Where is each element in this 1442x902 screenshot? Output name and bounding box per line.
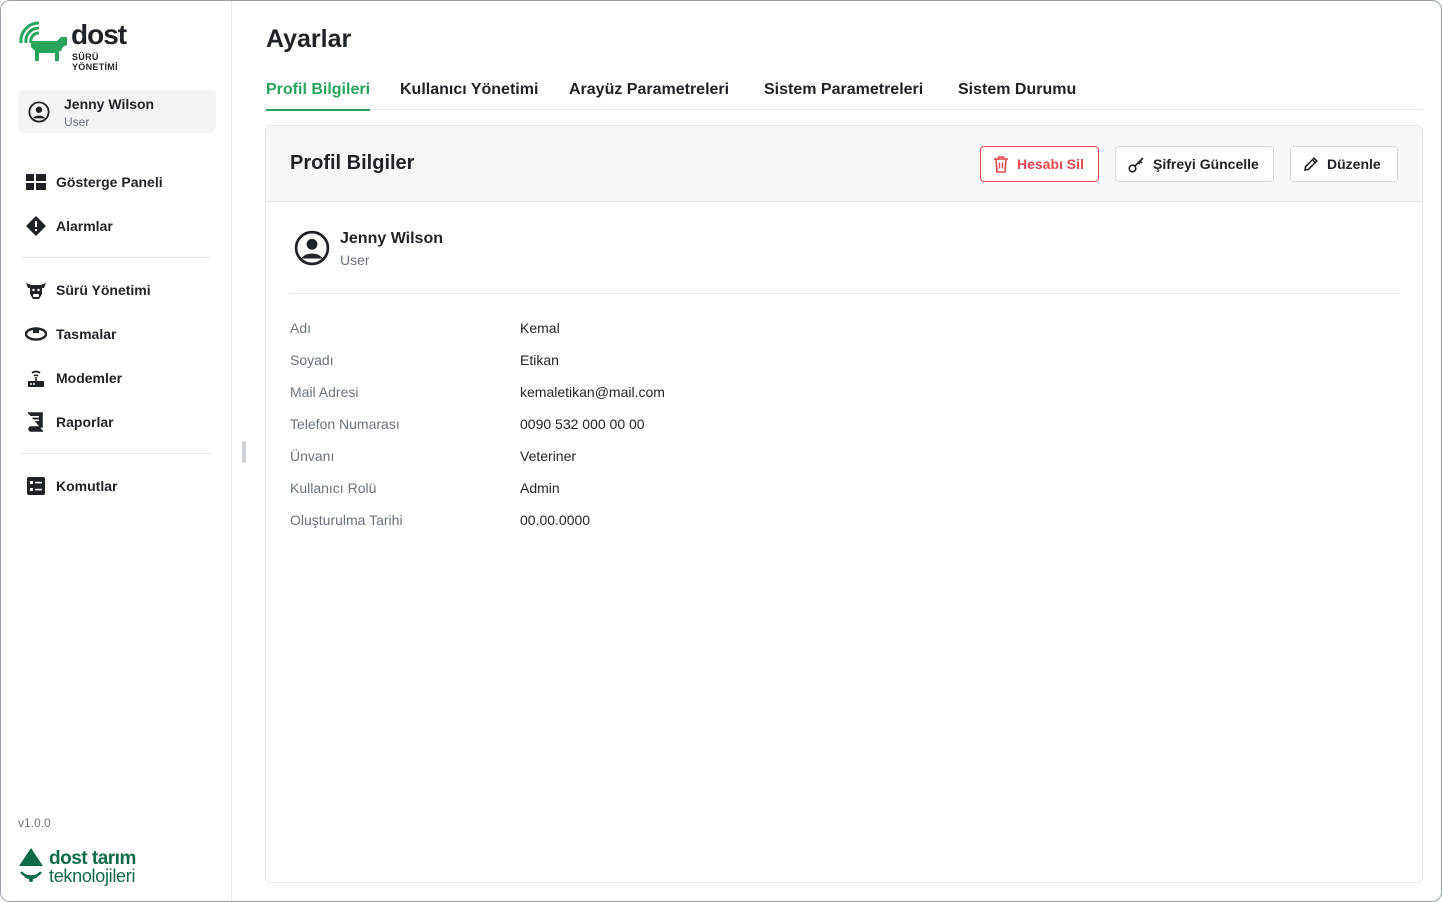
- tab-profile[interactable]: Profil Bilgileri: [266, 81, 371, 111]
- profile-card-header: Profil Bilgiler Hesabı Sil Şifreyi Günce…: [266, 126, 1422, 202]
- command-list-icon: [25, 475, 47, 497]
- field-row-phone: Telefon Numarası 0090 532 000 00 00: [290, 416, 1190, 436]
- sidebar-item-alarms[interactable]: Alarmlar: [25, 214, 215, 238]
- sidebar-item-label: Modemler: [56, 370, 123, 386]
- field-row-title: Ünvanı Veteriner: [290, 448, 1190, 468]
- sidebar-resize-handle[interactable]: [242, 441, 246, 463]
- cow-signal-logo-icon: [19, 21, 67, 61]
- sidebar-item-commands[interactable]: Komutlar: [25, 474, 215, 498]
- sidebar-user-role: User: [64, 115, 90, 129]
- alert-diamond-icon: [25, 215, 47, 237]
- dost-tarim-leaf-icon: [19, 848, 43, 882]
- sidebar-item-label: Komutlar: [56, 478, 118, 494]
- field-row-email: Mail Adresi kemaletikan@mail.com: [290, 384, 1190, 404]
- field-label: Adı: [290, 320, 312, 336]
- profile-name: Jenny Wilson: [340, 230, 443, 247]
- sidebar-divider: [21, 453, 211, 454]
- edit-label: Düzenle: [1327, 156, 1381, 172]
- field-value: 0090 532 000 00 00: [520, 416, 645, 432]
- trash-icon: [994, 156, 1008, 173]
- field-value: kemaletikan@mail.com: [520, 384, 665, 400]
- dost-tarim-logo: dost tarım teknolojileri: [17, 846, 157, 886]
- profile-divider: [290, 293, 1399, 294]
- field-value: Kemal: [520, 320, 560, 336]
- field-label: Ünvanı: [290, 448, 335, 464]
- sidebar-user-name: Jenny Wilson: [64, 96, 155, 112]
- sidebar-item-label: Alarmlar: [56, 218, 113, 234]
- edit-button[interactable]: Düzenle: [1290, 146, 1398, 182]
- field-row-created-date: Oluşturulma Tarihi 00.00.0000: [290, 512, 1190, 532]
- user-circle-icon: [294, 230, 330, 266]
- profile-card-title: Profil Bilgiler: [290, 152, 415, 174]
- page-title: Ayarlar: [266, 25, 352, 53]
- dashboard-icon: [25, 171, 47, 193]
- key-icon: [1128, 156, 1144, 173]
- field-label: Oluşturulma Tarihi: [290, 512, 403, 528]
- tab-system-parameters[interactable]: Sistem Parametreleri: [764, 81, 923, 109]
- tab-user-management[interactable]: Kullanıcı Yönetimi: [400, 81, 538, 109]
- sidebar-item-label: Raporlar: [56, 414, 114, 430]
- sidebar: dost SÜRÜ YÖNETİMİ Jenny Wilson User Gös…: [1, 1, 232, 901]
- field-value: 00.00.0000: [520, 512, 591, 528]
- sidebar-item-label: Sürü Yönetimi: [56, 282, 151, 298]
- report-book-icon: [25, 411, 47, 433]
- sidebar-divider: [21, 257, 211, 258]
- pencil-icon: [1304, 157, 1318, 171]
- footer-brand-line2: teknolojileri: [49, 866, 136, 886]
- field-row-last-name: Soyadı Etikan: [290, 352, 1190, 372]
- sidebar-item-dashboard[interactable]: Gösterge Paneli: [25, 170, 215, 194]
- sidebar-item-label: Gösterge Paneli: [56, 174, 163, 190]
- brand-subtitle: SÜRÜ YÖNETİMİ: [72, 52, 118, 72]
- brand-name: dost: [71, 19, 127, 50]
- cow-head-icon: [25, 279, 47, 301]
- sidebar-item-collars[interactable]: Tasmalar: [25, 322, 215, 346]
- field-value: Veteriner: [520, 448, 577, 464]
- settings-tabs: Profil Bilgileri Kullanıcı Yönetimi Aray…: [266, 73, 1422, 111]
- sidebar-item-modems[interactable]: Modemler: [25, 366, 215, 390]
- field-row-role: Kullanıcı Rolü Admin: [290, 480, 1190, 500]
- tab-interface-parameters[interactable]: Arayüz Parametreleri: [569, 81, 729, 109]
- delete-account-label: Hesabı Sil: [1017, 156, 1084, 172]
- router-icon: [25, 367, 47, 389]
- update-password-button[interactable]: Şifreyi Güncelle: [1115, 146, 1274, 182]
- sidebar-item-label: Tasmalar: [56, 326, 117, 342]
- app-window: dost SÜRÜ YÖNETİMİ Jenny Wilson User Gös…: [0, 0, 1442, 902]
- profile-role: User: [340, 252, 370, 268]
- field-row-first-name: Adı Kemal: [290, 320, 1190, 340]
- field-label: Telefon Numarası: [290, 416, 400, 432]
- user-circle-icon: [28, 101, 50, 123]
- field-value: Etikan: [520, 352, 559, 368]
- field-label: Kullanıcı Rolü: [290, 480, 377, 496]
- dost-logo[interactable]: dost SÜRÜ YÖNETİMİ: [17, 17, 147, 72]
- tab-system-status[interactable]: Sistem Durumu: [958, 81, 1076, 109]
- sidebar-item-reports[interactable]: Raporlar: [25, 410, 215, 434]
- app-version: v1.0.0: [18, 816, 51, 830]
- field-label: Mail Adresi: [290, 384, 359, 400]
- delete-account-button[interactable]: Hesabı Sil: [980, 146, 1099, 182]
- sidebar-item-herd[interactable]: Sürü Yönetimi: [25, 278, 215, 302]
- field-label: Soyadı: [290, 352, 334, 368]
- sidebar-user-card[interactable]: Jenny Wilson User: [18, 90, 216, 133]
- collar-icon: [25, 323, 47, 345]
- profile-card: Profil Bilgiler Hesabı Sil Şifreyi Günce…: [265, 125, 1423, 883]
- field-value: Admin: [520, 480, 560, 496]
- update-password-label: Şifreyi Güncelle: [1153, 156, 1259, 172]
